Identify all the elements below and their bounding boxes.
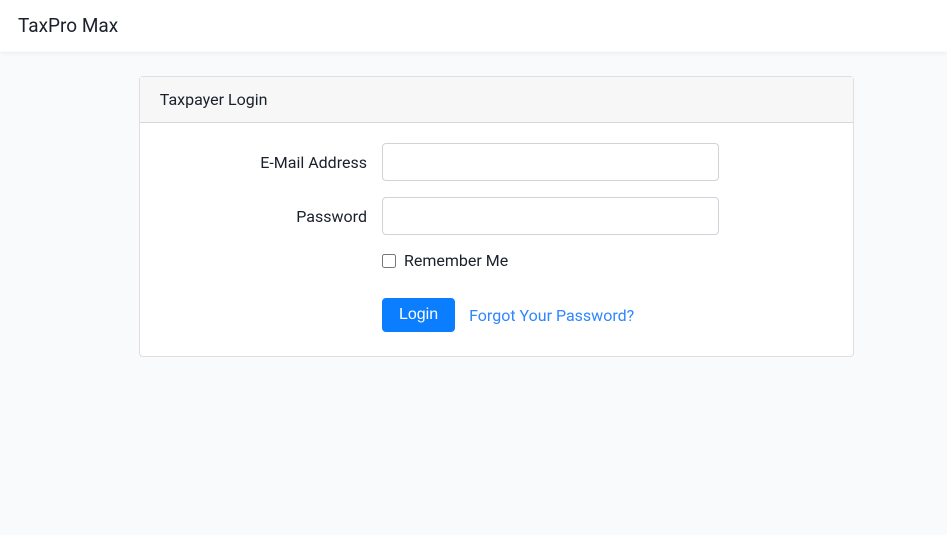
navbar: TaxPro Max <box>0 0 947 52</box>
card-header: Taxpayer Login <box>140 77 853 123</box>
password-input[interactable] <box>382 197 719 235</box>
main-container: Taxpayer Login E-Mail Address Password <box>0 52 947 357</box>
card-body: E-Mail Address Password <box>140 123 853 356</box>
password-label: Password <box>296 207 367 226</box>
email-input[interactable] <box>382 143 719 181</box>
email-label: E-Mail Address <box>260 153 367 172</box>
app-brand[interactable]: TaxPro Max <box>18 14 118 37</box>
email-row: E-Mail Address <box>160 143 833 181</box>
actions-row: Login Forgot Your Password? <box>160 286 833 332</box>
remember-row: Remember Me <box>160 251 833 270</box>
password-row: Password <box>160 197 833 235</box>
remember-checkbox[interactable] <box>382 254 396 268</box>
login-card: Taxpayer Login E-Mail Address Password <box>139 76 854 357</box>
forgot-password-link[interactable]: Forgot Your Password? <box>469 306 634 325</box>
remember-label: Remember Me <box>404 251 508 270</box>
login-button[interactable]: Login <box>382 298 455 332</box>
